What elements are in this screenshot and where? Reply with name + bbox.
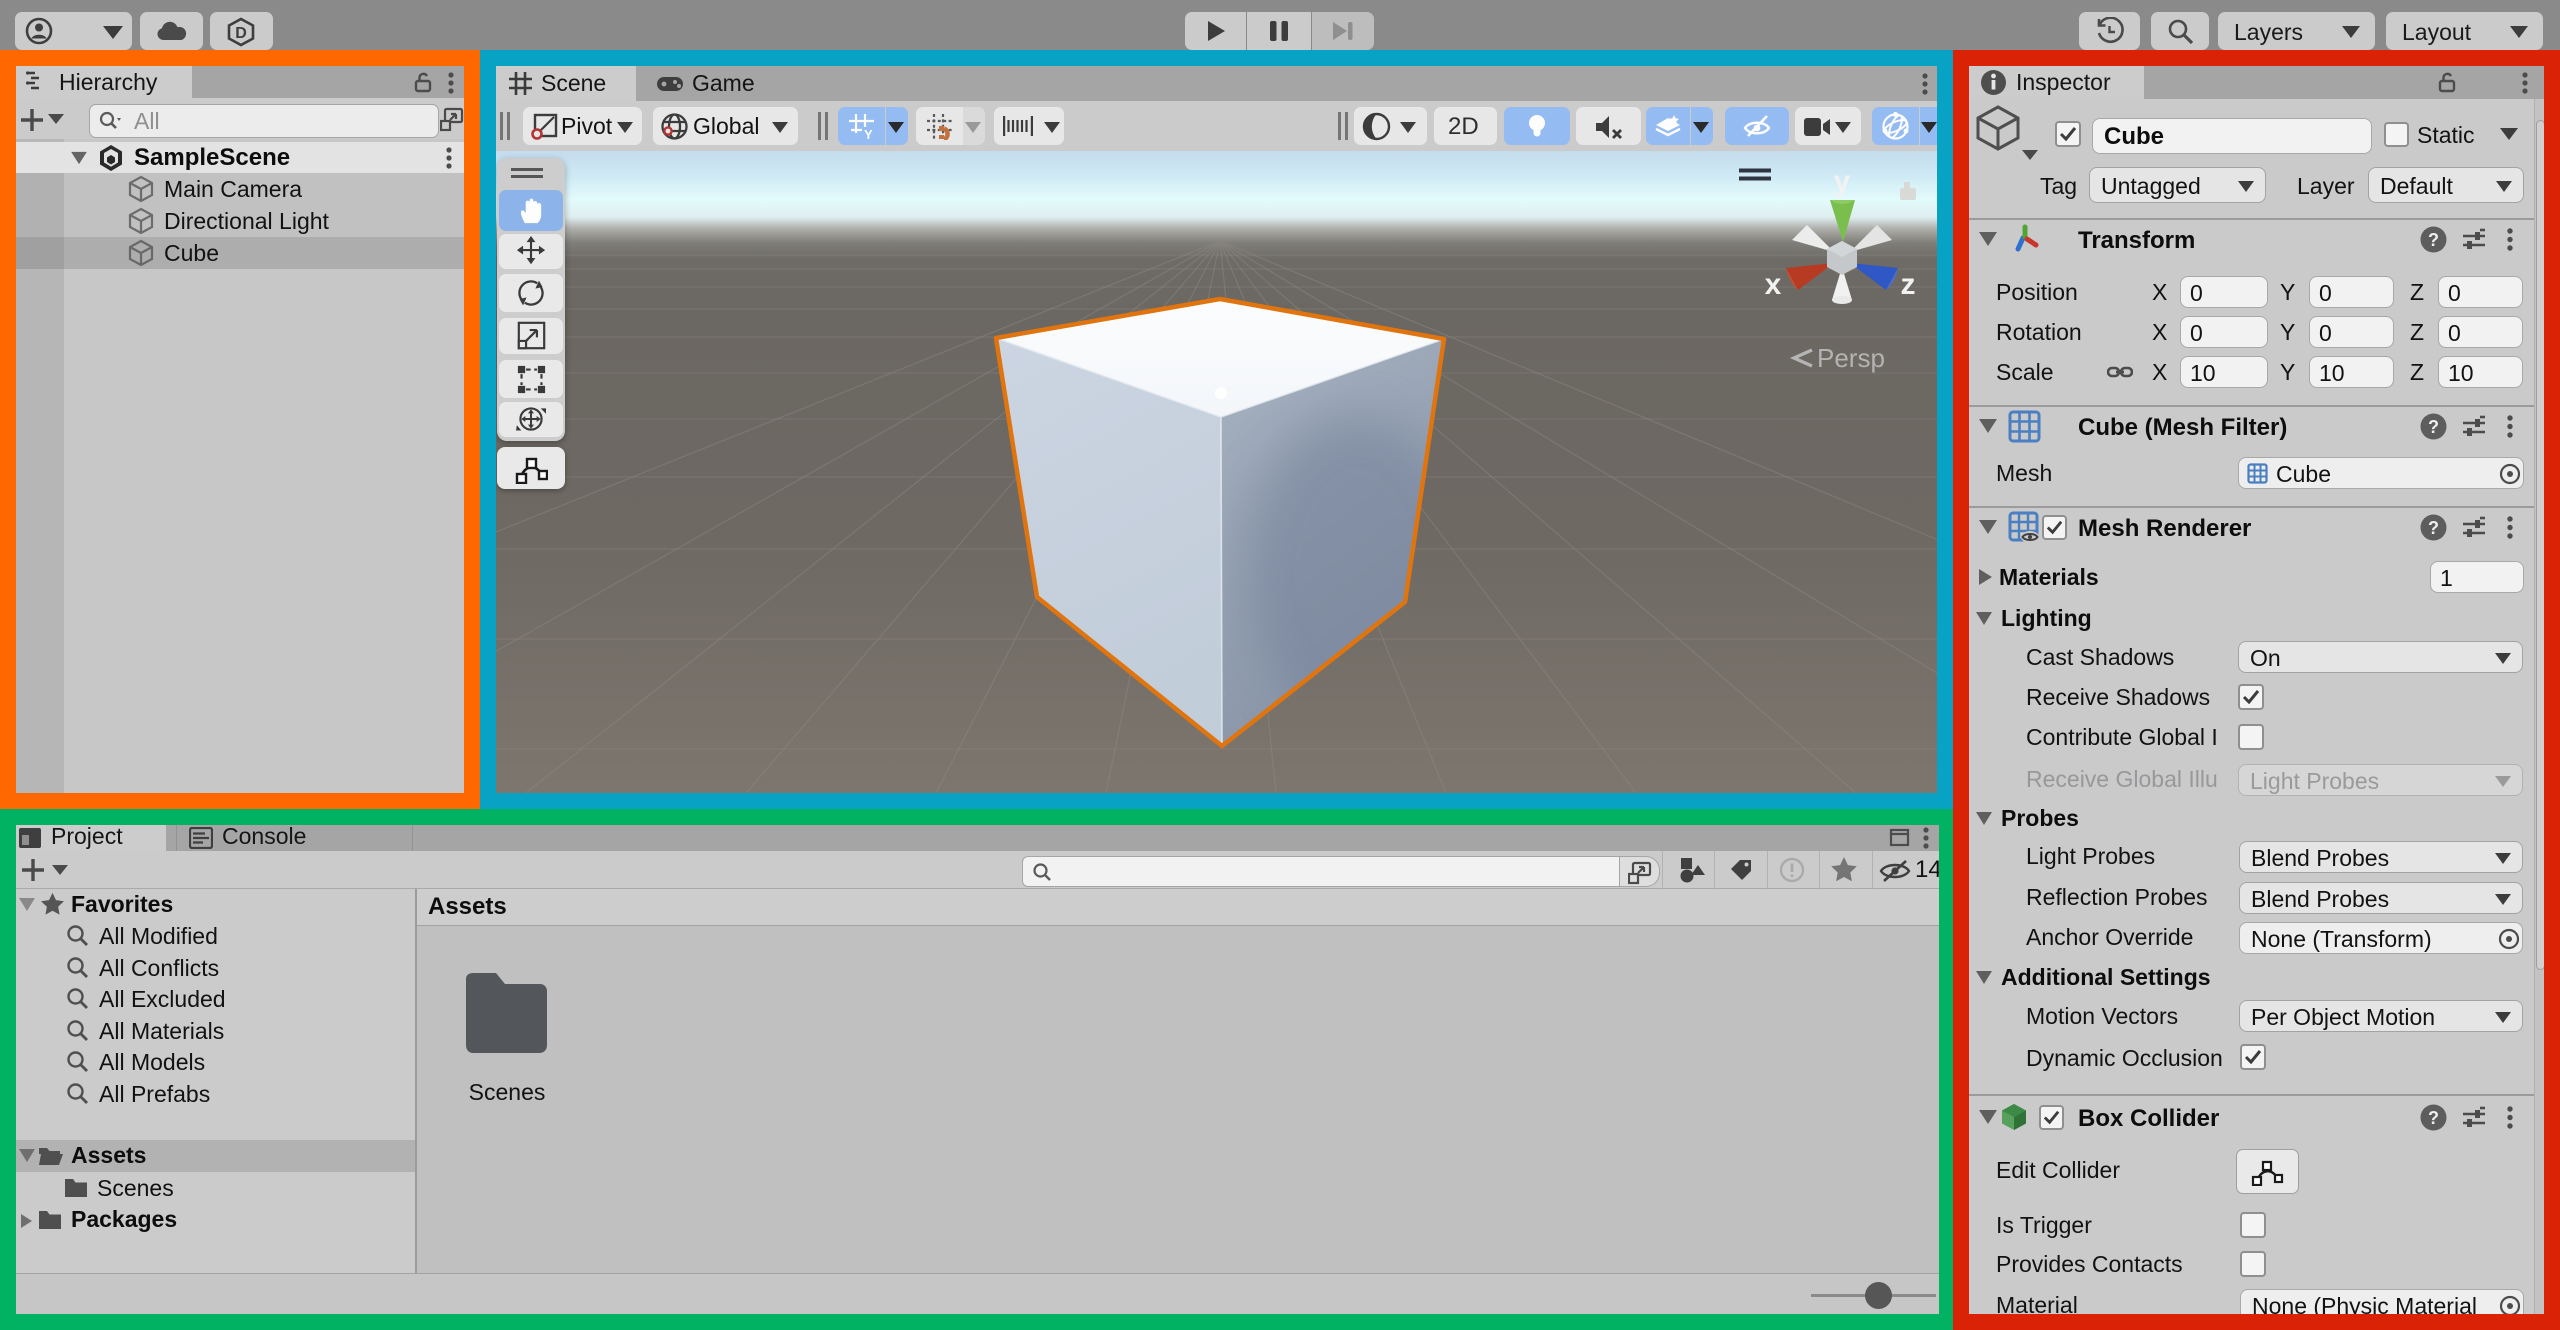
svg-text:Persp: Persp [1817,343,1885,373]
svg-text:?: ? [2428,1108,2439,1128]
svg-text:z: z [1901,268,1916,301]
svg-text:y: y [1834,165,1851,198]
svg-text:Y: Y [864,127,873,140]
svg-text:D: D [235,25,247,42]
svg-text:x: x [1765,268,1782,301]
svg-text:?: ? [2428,230,2439,250]
svg-text:?: ? [2428,518,2439,538]
svg-text:?: ? [2428,417,2439,437]
